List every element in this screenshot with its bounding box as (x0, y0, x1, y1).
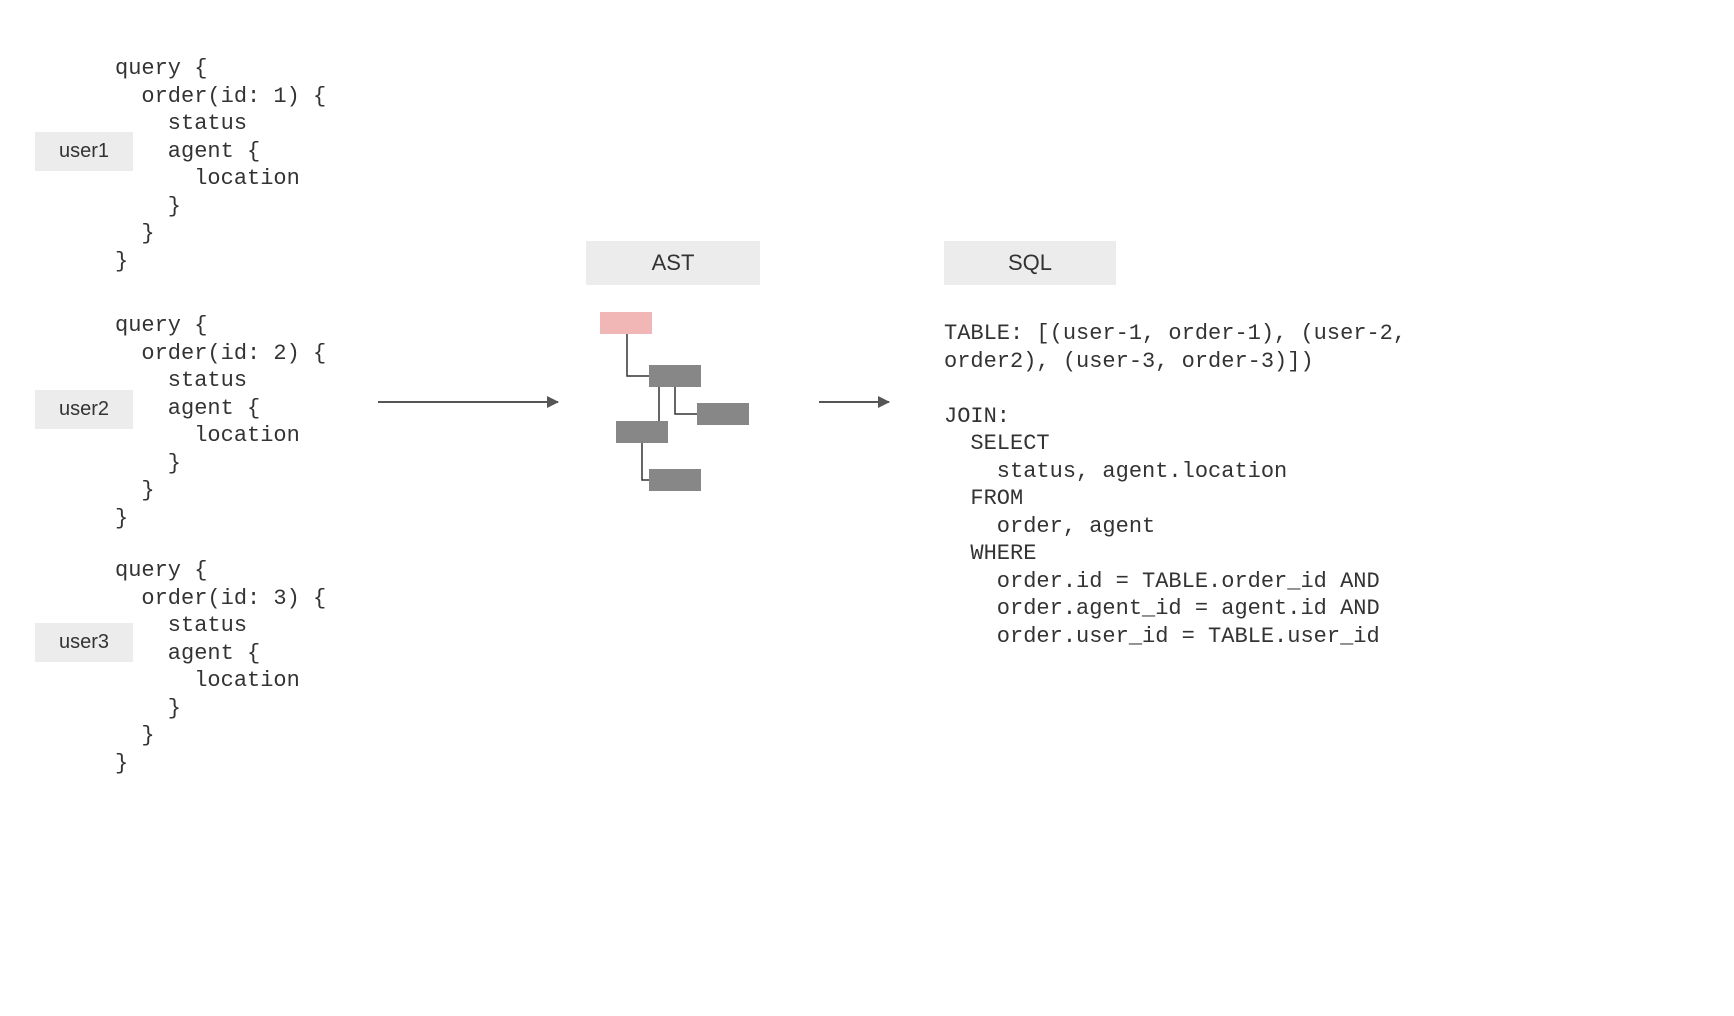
ast-node-root (600, 312, 652, 334)
ast-node-1 (649, 365, 701, 387)
sql-header: SQL (944, 241, 1116, 285)
ast-node-3 (616, 421, 668, 443)
query-block-1: query { order(id: 1) { status agent { lo… (115, 55, 326, 275)
query-block-2: query { order(id: 2) { status agent { lo… (115, 312, 326, 532)
ast-node-2 (697, 403, 749, 425)
ast-node-4 (649, 469, 701, 491)
query-block-3: query { order(id: 3) { status agent { lo… (115, 557, 326, 777)
ast-header: AST (586, 241, 760, 285)
arrow-ast-to-sql (819, 401, 889, 403)
arrow-queries-to-ast (378, 401, 558, 403)
sql-block: TABLE: [(user-1, order-1), (user-2, orde… (944, 320, 1406, 650)
